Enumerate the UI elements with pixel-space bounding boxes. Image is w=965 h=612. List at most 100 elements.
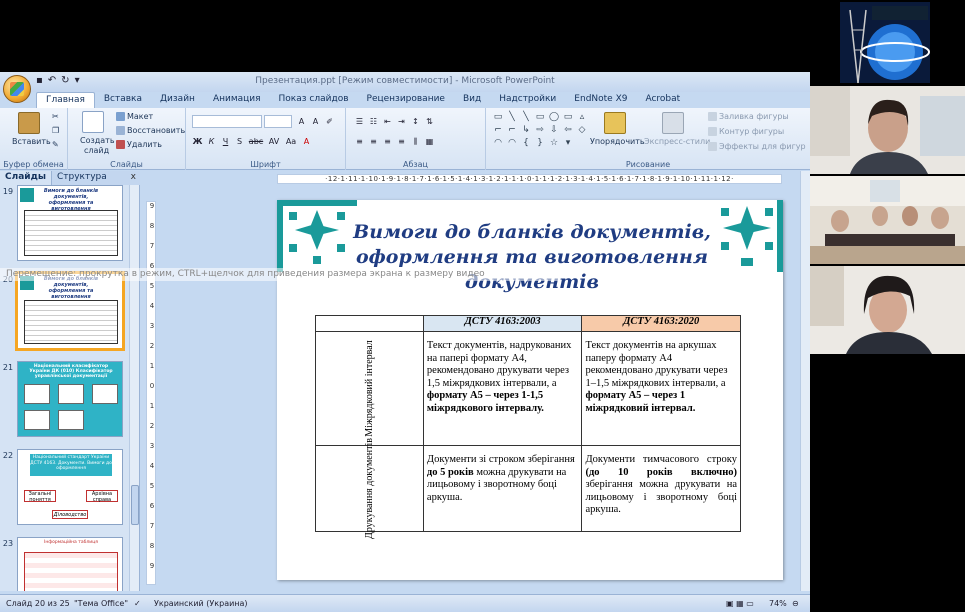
tab-review[interactable]: Рецензирование: [358, 92, 454, 108]
video-participant-1[interactable]: [810, 86, 965, 174]
new-slide-button-line2[interactable]: слайд: [84, 146, 109, 155]
tab-design[interactable]: Дизайн: [151, 92, 204, 108]
panel-scroll-thumb[interactable]: [131, 485, 139, 525]
thumbnail-slide-20[interactable]: Вимоги до бланків документів, оформлення…: [15, 271, 125, 351]
thumbnail-slide-22[interactable]: Національний стандарт України ДСТУ 4163.…: [17, 449, 123, 525]
thumbnail-row-20[interactable]: 20 Вимоги до бланків документів, оформле…: [0, 271, 128, 351]
line-spacing-icon[interactable]: ↕: [410, 116, 421, 127]
participant-3-image: [810, 266, 965, 354]
ruler-mark: 9: [149, 562, 155, 570]
justify-icon[interactable]: ≡: [396, 136, 407, 147]
delete-slide-button[interactable]: Удалить: [116, 140, 162, 149]
increase-indent-icon[interactable]: ⇥: [396, 116, 407, 127]
layout-button[interactable]: Макет: [116, 112, 153, 121]
thumbnail-row-22[interactable]: 22 Національний стандарт України ДСТУ 41…: [0, 447, 128, 527]
view-buttons[interactable]: ▣ ▦ ▭: [726, 599, 754, 608]
tab-home[interactable]: Главная: [36, 92, 95, 108]
video-participant-2[interactable]: [810, 176, 965, 264]
paste-icon[interactable]: [18, 112, 40, 134]
ruler-mark: 7: [149, 522, 155, 530]
new-slide-icon[interactable]: [82, 111, 104, 133]
thumbnail-slide-21[interactable]: Національний класифікатор України ДК (01…: [17, 361, 123, 437]
columns-icon[interactable]: ⫼: [410, 136, 421, 147]
format-painter-icon[interactable]: ✎: [52, 140, 59, 149]
shadow-button[interactable]: S: [234, 136, 245, 147]
tab-insert[interactable]: Вставка: [95, 92, 151, 108]
tab-slides[interactable]: Слайды: [0, 171, 52, 185]
close-panel-icon[interactable]: x: [131, 172, 136, 182]
ruler-mark: 5: [149, 282, 155, 290]
spellcheck-icon[interactable]: ✓: [134, 599, 141, 608]
thumbnail-row-23[interactable]: 23 Інформаційна таблиця: [0, 535, 128, 591]
tab-outline[interactable]: Структура: [52, 171, 112, 185]
paragraph-group-label: Абзац: [402, 160, 428, 169]
tab-addins[interactable]: Надстройки: [490, 92, 565, 108]
copy-icon[interactable]: ❐: [52, 126, 59, 135]
tab-endnote[interactable]: EndNote X9: [565, 92, 636, 108]
font-name-combo[interactable]: [192, 115, 262, 128]
tab-animation[interactable]: Анимация: [204, 92, 270, 108]
quick-styles-button[interactable]: Экспресс-стили: [644, 137, 710, 146]
header-dstu-2003: ДСТУ 4163:2003: [422, 315, 583, 332]
align-right-icon[interactable]: ≡: [382, 136, 393, 147]
zoom-level[interactable]: 74%: [769, 599, 787, 608]
vertical-ruler: 9876543210123456789: [146, 201, 156, 585]
shape-fill-button[interactable]: Заливка фигуры: [708, 112, 789, 121]
video-participant-3[interactable]: [810, 266, 965, 354]
case-button[interactable]: Аа: [284, 136, 298, 147]
smartart-icon[interactable]: ▦: [424, 136, 435, 147]
tab-slideshow[interactable]: Показ слайдов: [270, 92, 358, 108]
thumbnail-slide-19[interactable]: Вимоги до бланків документів, оформлення…: [17, 185, 123, 261]
text-direction-icon[interactable]: ⇅: [424, 116, 435, 127]
editor-scrollbar[interactable]: [800, 171, 810, 591]
cut-icon[interactable]: ✂: [52, 112, 59, 121]
video-logo-tile: [810, 0, 965, 85]
redo-icon[interactable]: ↻: [61, 75, 69, 86]
panel-scrollbar[interactable]: [129, 185, 139, 591]
tab-acrobat[interactable]: Acrobat: [636, 92, 689, 108]
slide-title[interactable]: Вимоги до бланків документів, оформлення…: [337, 220, 727, 295]
thumbnail-row-19[interactable]: 19 Вимоги до бланків документів, оформле…: [0, 185, 128, 263]
shapes-gallery[interactable]: ▭ ╲ ╲ ▭ ◯ ▭ ▵ ⌐ ⌐ ↳ ⇨ ⇩ ⇦ ◇ ◠ ◠{} ☆ ▾: [492, 112, 588, 149]
shape-outline-button[interactable]: Контур фигуры: [708, 127, 784, 136]
thumbnail-box: [24, 384, 50, 404]
save-icon[interactable]: ▪: [36, 75, 43, 86]
reset-button[interactable]: Восстановить: [116, 126, 185, 135]
thumbnail-row-21[interactable]: 21 Національний класифікатор України ДК …: [0, 359, 128, 439]
bullets-icon[interactable]: ☰: [354, 116, 365, 127]
arrange-button[interactable]: Упорядочить: [590, 137, 645, 146]
shrink-font-icon[interactable]: A: [310, 116, 321, 127]
quick-styles-icon[interactable]: [662, 112, 684, 134]
paste-button[interactable]: Вставить: [12, 137, 51, 146]
italic-button[interactable]: К: [206, 136, 217, 147]
zoom-slider-icon[interactable]: ⊖: [792, 599, 799, 608]
decrease-indent-icon[interactable]: ⇤: [382, 116, 393, 127]
undo-icon[interactable]: ↶: [48, 75, 56, 86]
font-size-combo[interactable]: [264, 115, 292, 128]
tab-view[interactable]: Вид: [454, 92, 490, 108]
office-button[interactable]: [3, 75, 31, 103]
numbering-icon[interactable]: ☷: [368, 116, 379, 127]
shape-effects-button[interactable]: Эффекты для фигур: [708, 142, 806, 151]
spacing-button[interactable]: AV: [267, 136, 281, 147]
thumbnail-slide-23[interactable]: Інформаційна таблиця: [17, 537, 123, 591]
language-label[interactable]: Украинский (Украина): [154, 599, 248, 608]
comparison-table[interactable]: ДСТУ 4163:2003 ДСТУ 4163:2020 Міжрядкови…: [315, 315, 741, 539]
underline-button[interactable]: Ч: [220, 136, 231, 147]
thumbnail-box: [58, 384, 84, 404]
align-left-icon[interactable]: ≡: [354, 136, 365, 147]
slides-group-label: Слайды: [110, 160, 143, 169]
slide-counter: Слайд 20 из 25: [6, 599, 70, 608]
participant-2-image: [810, 176, 965, 264]
arrange-icon[interactable]: [604, 112, 626, 134]
align-center-icon[interactable]: ≡: [368, 136, 379, 147]
strike-button[interactable]: abc: [248, 136, 264, 147]
new-slide-button[interactable]: Создать: [80, 136, 115, 145]
bold-button[interactable]: Ж: [192, 136, 203, 147]
clear-format-icon[interactable]: ✐: [324, 116, 335, 127]
slide-canvas[interactable]: Вимоги до бланків документів, оформлення…: [277, 200, 783, 580]
customize-qat-icon[interactable]: ▾: [75, 75, 80, 86]
overlay-hint: Перемещение: прокрутка в режим, CTRL+щел…: [0, 268, 560, 281]
font-color-button[interactable]: A: [301, 136, 312, 147]
grow-font-icon[interactable]: A: [296, 116, 307, 127]
